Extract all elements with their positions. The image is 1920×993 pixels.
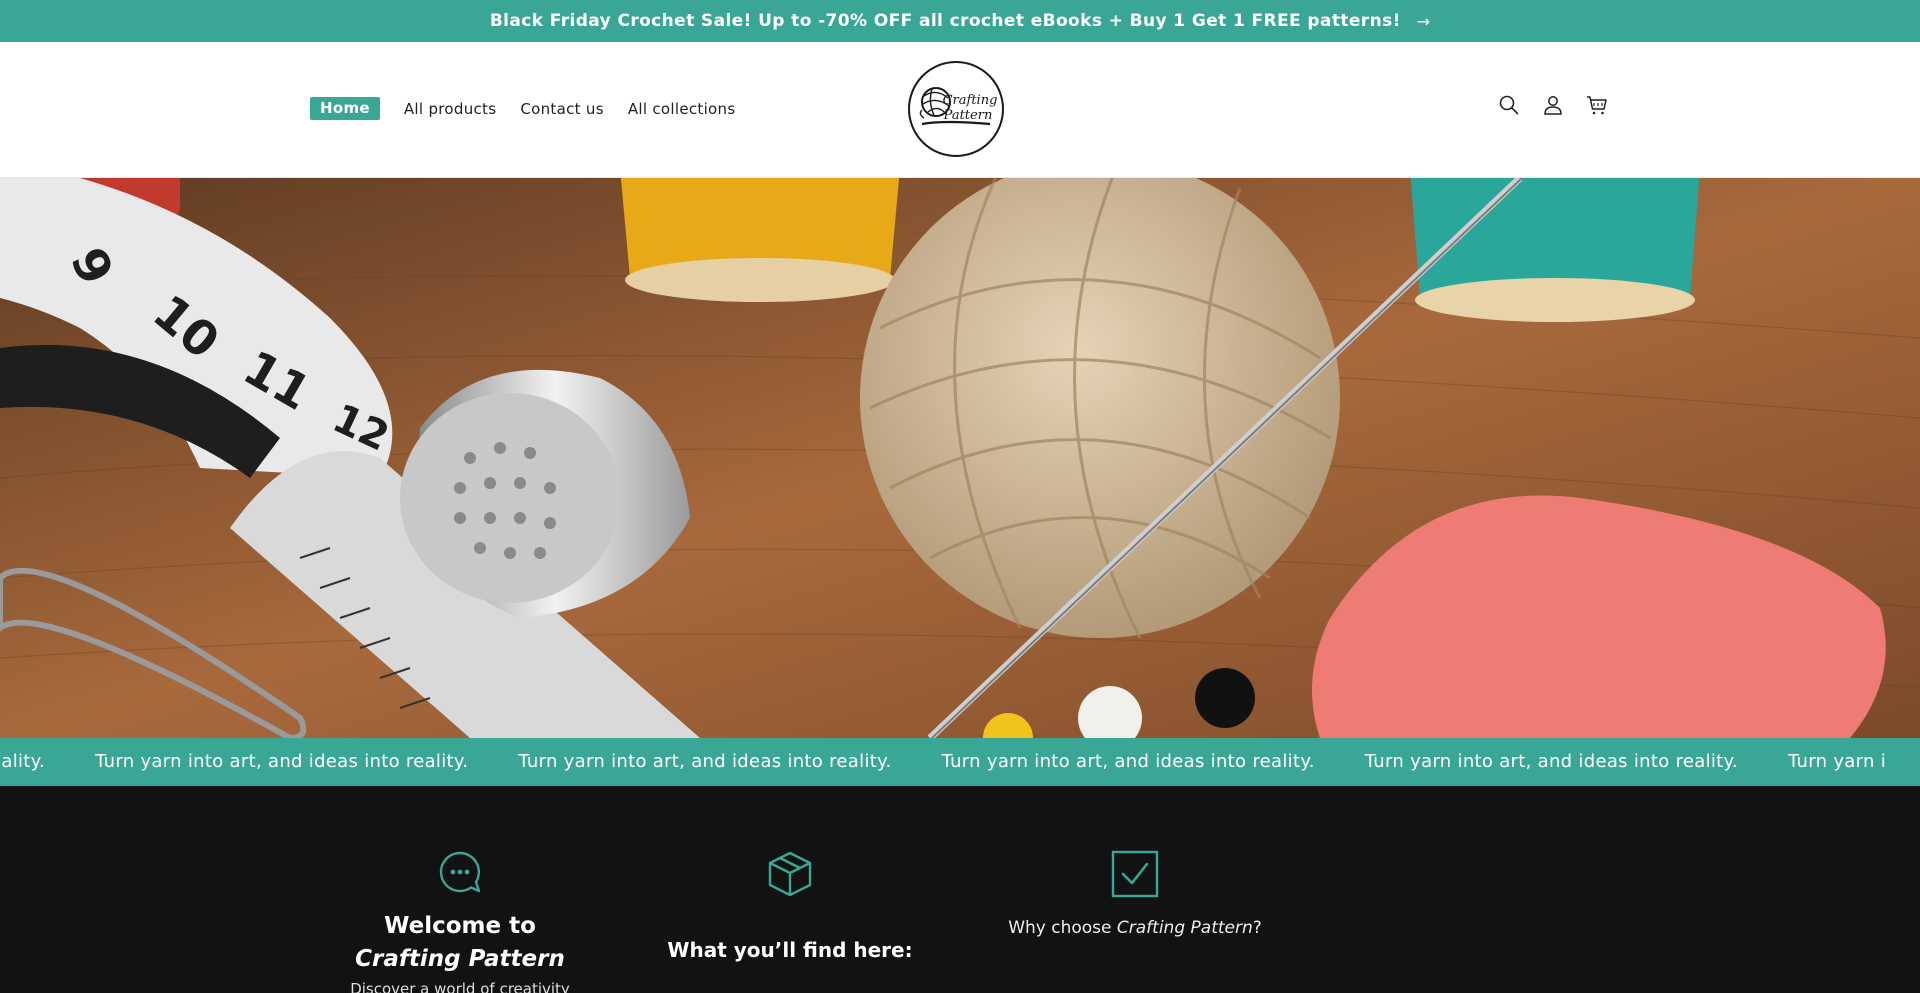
hero-image: 9 10 11 12 (0, 178, 1920, 738)
marquee-item: to reality. (0, 751, 46, 772)
feature-why-choose-suffix: ? (1252, 918, 1262, 938)
marquee-track: to reality. Turn yarn into art, and idea… (0, 751, 1920, 772)
nav-all-collections[interactable]: All collections (628, 100, 736, 118)
logo-line-1: Crafting (943, 93, 998, 108)
cart-icon[interactable] (1586, 94, 1608, 116)
arrow-right-icon[interactable]: → (1417, 12, 1430, 31)
main-nav: Home All products Contact us All collect… (310, 97, 759, 120)
hero-banner: 9 10 11 12 (0, 178, 1920, 738)
site-header: Home All products Contact us All collect… (0, 42, 1920, 178)
nav-home[interactable]: Home (310, 97, 380, 120)
feature-why-choose-brand: Crafting Pattern (1116, 918, 1253, 938)
header-actions (1498, 94, 1608, 116)
site-logo[interactable]: Crafting Pattern (908, 61, 1004, 157)
nav-contact-us[interactable]: Contact us (520, 100, 603, 118)
marquee-item: Turn yarn i (1787, 751, 1887, 772)
feature-welcome-body: Discover a world of creativity (350, 980, 570, 993)
search-icon[interactable] (1498, 94, 1520, 116)
feature-welcome: Welcome to Crafting Pattern Discover a w… (310, 850, 610, 993)
feature-why-choose: Why choose Crafting Pattern? (1000, 850, 1270, 942)
feature-welcome-title-line1: Welcome to (384, 913, 536, 939)
marquee-item: Turn yarn into art, and ideas into reali… (941, 751, 1315, 772)
chat-bubble-icon (439, 851, 481, 893)
feature-what-youll-find: What you’ll find here: (660, 850, 920, 962)
announcement-text[interactable]: Black Friday Crochet Sale! Up to -70% OF… (490, 11, 1401, 31)
account-icon[interactable] (1542, 94, 1564, 116)
features-section: Welcome to Crafting Pattern Discover a w… (0, 786, 1920, 993)
announcement-bar[interactable]: Black Friday Crochet Sale! Up to -70% OF… (0, 0, 1920, 42)
feature-welcome-title: Welcome to Crafting Pattern (310, 910, 610, 976)
marquee-item: Turn yarn into art, and ideas into reali… (518, 751, 892, 772)
feature-why-choose-title: Why choose Crafting Pattern? (1000, 914, 1270, 942)
marquee-item: Turn yarn into art, and ideas into reali… (95, 751, 469, 772)
feature-welcome-title-line2: Crafting Pattern (355, 946, 565, 972)
logo-line-2: Pattern (943, 108, 993, 123)
yarn-ball-logo-icon: Crafting Pattern (919, 87, 998, 126)
marquee-banner: to reality. Turn yarn into art, and idea… (0, 738, 1920, 786)
feature-what-youll-find-title: What you’ll find here: (667, 938, 913, 962)
box-icon (768, 851, 812, 897)
nav-all-products[interactable]: All products (404, 100, 496, 118)
feature-why-choose-prefix: Why choose (1008, 918, 1117, 938)
checkbox-icon (1111, 850, 1159, 898)
marquee-item: Turn yarn into art, and ideas into reali… (1364, 751, 1738, 772)
